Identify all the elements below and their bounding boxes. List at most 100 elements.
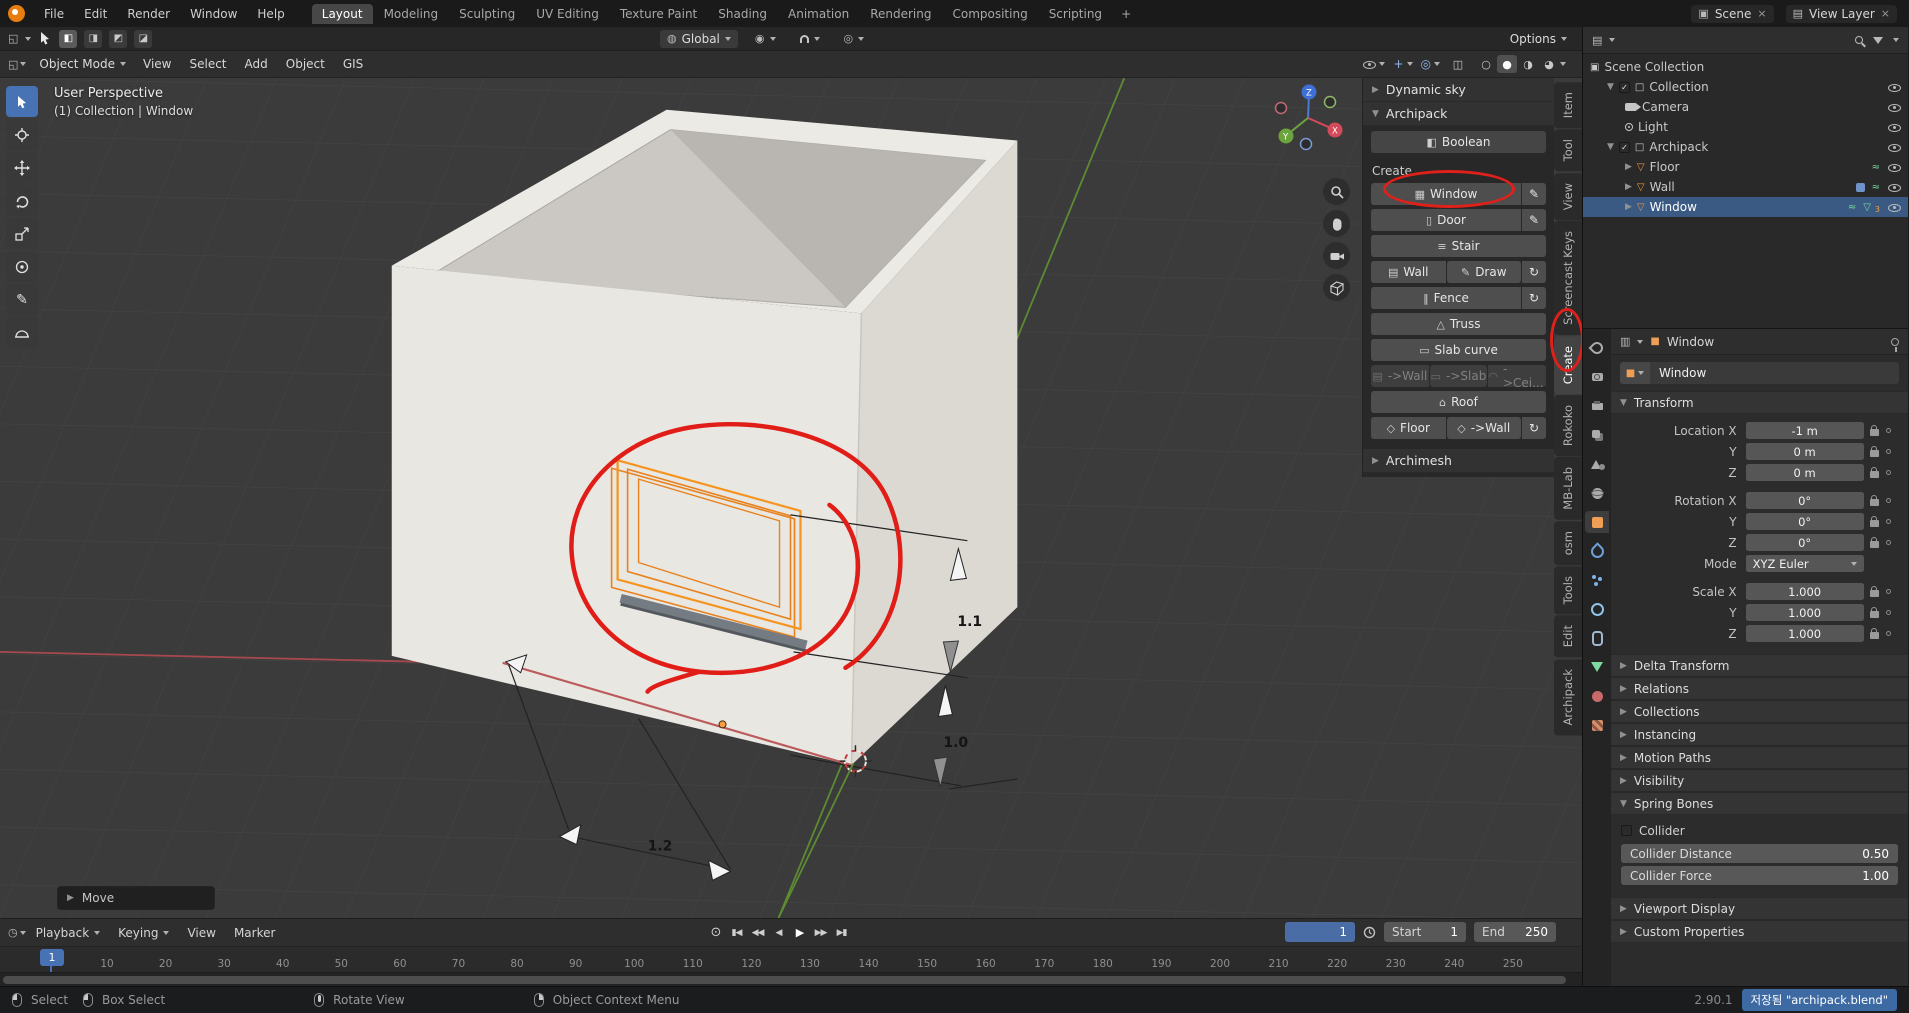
floor-to-wall-button[interactable]: ◇ ->Wall [1446, 417, 1521, 439]
tool-scale[interactable] [6, 218, 38, 249]
current-frame-field[interactable]: 1 [1285, 922, 1355, 942]
sidebar-tab-tool[interactable]: Tool [1554, 129, 1582, 172]
workspace-modeling[interactable]: Modeling [374, 4, 449, 24]
sidebar-tab-screencast-keys[interactable]: Screencast Keys [1554, 220, 1582, 335]
panel-relations[interactable]: ▶ Relations [1611, 677, 1908, 700]
jump-to-end-button[interactable]: ▶▮ [832, 923, 851, 942]
end-frame-field[interactable]: End 250 [1474, 922, 1556, 942]
filter-icon[interactable] [1873, 36, 1883, 44]
pan-button[interactable] [1323, 210, 1350, 237]
gizmos-dropdown[interactable]: + [1393, 57, 1413, 71]
menu-object[interactable]: Object [278, 54, 333, 74]
fence-reload-button[interactable]: ↻ [1522, 287, 1546, 309]
workspace-sculpting[interactable]: Sculpting [449, 4, 525, 24]
outliner-row-light[interactable]: Light [1583, 117, 1908, 137]
sidebar-tab-edit[interactable]: Edit [1554, 615, 1582, 658]
animate-dot-icon[interactable] [1885, 540, 1891, 545]
workspace-animation[interactable]: Animation [778, 4, 859, 24]
properties-tab-tool[interactable] [1585, 337, 1609, 359]
gizmo-neg-y-axis[interactable] [1323, 95, 1337, 109]
properties-tab-modifiers[interactable] [1585, 540, 1609, 562]
outliner-row-floor[interactable]: ▶ ▽ Floor ≈ [1583, 157, 1908, 177]
view-layer-selector[interactable]: ▤ View Layer × [1785, 4, 1897, 23]
scene-selector[interactable]: ▣ Scene × [1691, 4, 1774, 23]
outliner-row-wall[interactable]: ▶ ▽ Wall ≈ [1583, 177, 1908, 197]
hide-eye-icon[interactable] [1887, 181, 1901, 194]
xray-toggle-icon[interactable]: ◫ [1448, 55, 1468, 73]
menu-view-timeline[interactable]: View [179, 923, 223, 943]
animate-dot-icon[interactable] [1885, 498, 1891, 503]
panel-viewport-display[interactable]: ▶ Viewport Display [1611, 897, 1908, 920]
collider-force-field[interactable]: Collider Force 1.00 [1621, 866, 1898, 885]
sidebar-tab-create[interactable]: Create [1554, 335, 1582, 394]
workspace-shading[interactable]: Shading [708, 4, 777, 24]
panel-delta-transform[interactable]: ▶ Delta Transform [1611, 654, 1908, 677]
collection-checkbox[interactable]: ✓ [1618, 81, 1630, 93]
shading-material-icon[interactable]: ◑ [1518, 55, 1538, 73]
gizmo-neg-z-axis[interactable] [1299, 137, 1313, 151]
menu-file[interactable]: File [35, 4, 73, 24]
window-edit-button[interactable]: ✎ [1522, 183, 1546, 205]
lock-icon[interactable] [1869, 424, 1879, 436]
outliner-row-collection[interactable]: ▼ ✓ □ Collection [1583, 77, 1908, 97]
editor-type-icon[interactable]: ▥ [1620, 335, 1630, 348]
lock-icon[interactable] [1869, 606, 1879, 618]
workspace-texture-paint[interactable]: Texture Paint [610, 4, 707, 24]
collection-checkbox[interactable]: ✓ [1618, 141, 1630, 153]
workspace-compositing[interactable]: Compositing [942, 4, 1037, 24]
play-button[interactable]: ▶ [790, 923, 809, 942]
chevron-down-icon[interactable] [1609, 38, 1616, 42]
sidebar-tab-item[interactable]: Item [1554, 82, 1582, 129]
panel-dynamic-sky[interactable]: ▶ Dynamic sky [1363, 78, 1554, 102]
scale-y-field[interactable]: 1.000 [1745, 604, 1864, 621]
rotation-z-field[interactable]: 0° [1745, 534, 1864, 551]
shading-wireframe-icon[interactable]: ○ [1476, 55, 1496, 73]
hide-eye-icon[interactable] [1887, 81, 1901, 94]
create-slab-curve-button[interactable]: ▭ Slab curve [1371, 339, 1546, 361]
location-x-field[interactable]: -1 m [1745, 422, 1864, 439]
collider-distance-field[interactable]: Collider Distance 0.50 [1621, 844, 1898, 863]
hide-eye-icon[interactable] [1887, 101, 1901, 114]
properties-tab-object[interactable] [1585, 511, 1609, 533]
hide-eye-icon[interactable] [1887, 141, 1901, 154]
sidebar-tab-view[interactable]: View [1554, 172, 1582, 220]
tool-annotate[interactable]: ✎ [6, 284, 38, 315]
door-edit-button[interactable]: ✎ [1522, 209, 1546, 231]
overlays-dropdown[interactable]: ◎ [1421, 57, 1440, 71]
location-y-field[interactable]: 0 m [1745, 443, 1864, 460]
tool-select-box[interactable] [6, 86, 38, 117]
animate-dot-icon[interactable] [1885, 589, 1891, 594]
timeline-scrollbar[interactable] [3, 976, 1566, 984]
properties-tab-scene[interactable] [1585, 453, 1609, 475]
workspace-layout[interactable]: Layout [311, 3, 373, 24]
orientation-dropdown[interactable]: ◍ Global [660, 29, 738, 48]
animate-dot-icon[interactable] [1885, 519, 1891, 524]
timeline-ruler[interactable]: 1 10 20 30 40 50 60 70 80 90 100 110 120… [0, 946, 1582, 972]
disclosure-icon[interactable]: ▼ [1607, 142, 1614, 152]
jump-to-start-button[interactable]: ▮◀ [727, 923, 746, 942]
scale-z-field[interactable]: 1.000 [1745, 625, 1864, 642]
sidebar-tab-osm[interactable]: osm [1554, 520, 1582, 565]
menu-view[interactable]: View [135, 54, 179, 74]
animate-dot-icon[interactable] [1885, 610, 1891, 615]
create-roof-button[interactable]: ⌂ Roof [1371, 391, 1546, 413]
create-truss-button[interactable]: △ Truss [1371, 313, 1546, 335]
disclosure-icon[interactable]: ▼ [1607, 82, 1614, 92]
select-mode-new-icon[interactable]: ◧ [59, 29, 78, 48]
panel-visibility[interactable]: ▶ Visibility [1611, 769, 1908, 792]
gizmo-neg-x-axis[interactable] [1274, 101, 1288, 115]
chevron-down-icon[interactable] [1637, 339, 1644, 344]
create-window-button[interactable]: ▦ Window [1371, 183, 1521, 205]
editor-type-icon[interactable]: ▤ [1592, 34, 1602, 47]
menu-select[interactable]: Select [181, 54, 234, 74]
outliner-row-camera[interactable]: Camera [1583, 97, 1908, 117]
properties-tab-object-data[interactable] [1585, 656, 1609, 678]
lock-icon[interactable] [1869, 466, 1879, 478]
properties-tab-render[interactable] [1585, 366, 1609, 388]
id-browse-button[interactable]: ■ [1620, 362, 1650, 384]
select-mode-invert-icon[interactable]: ◪ [134, 29, 153, 48]
workspace-scripting[interactable]: Scripting [1039, 4, 1112, 24]
outliner-row-scene-collection[interactable]: ▣ Scene Collection [1583, 57, 1908, 77]
perspective-toggle-button[interactable] [1323, 274, 1350, 301]
properties-tab-world[interactable] [1585, 482, 1609, 504]
